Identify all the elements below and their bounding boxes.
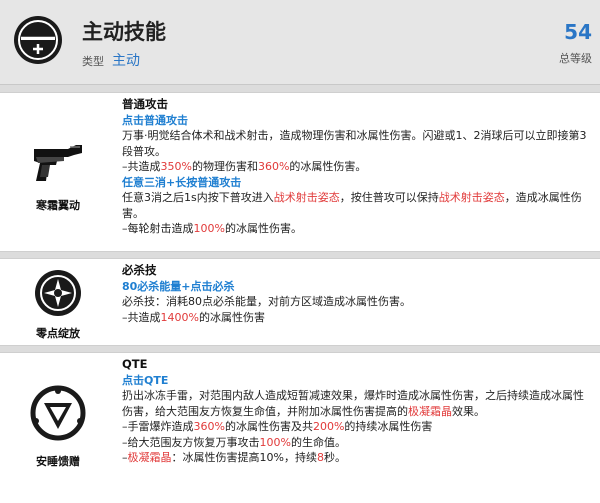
skill-buff-line: –极凝霜晶：冰属性伤害提高10%，持续8秒。 — [122, 451, 346, 464]
total-level-label: 总等级 — [559, 52, 592, 65]
skill-category: 必杀技 — [122, 263, 157, 277]
skill-section-ultimate: 零点绽放 必杀技 80必杀能量+点击必杀 必杀技：消耗80点必杀能量，对前方区域… — [0, 258, 600, 346]
skill-damage-line: –共造成1400%的冰属性伤害 — [122, 310, 265, 324]
skill-trigger: 80必杀能量+点击必杀 — [122, 279, 235, 293]
skill-name: 安睡馈赠 — [36, 455, 80, 468]
skill-type-label: 类型 — [82, 55, 104, 68]
skill-type: 类型 主动 — [82, 50, 140, 70]
skill-damage-line: –每轮射击造成100%的冰属性伤害。 — [122, 222, 302, 235]
skill-trigger: 点击QTE — [122, 373, 169, 387]
skill-damage-line: –共造成350%的物理伤害和360%的冰属性伤害。 — [122, 160, 367, 173]
skill-name: 零点绽放 — [36, 327, 80, 340]
skill-text: 扔出冰冻手雷，对范围内敌人造成短暂减速效果，爆炸时造成冰属性伤害，之后持续造成冰… — [122, 389, 584, 418]
skill-section-basic-attack: 寒霜翼动 普通攻击 点击普通攻击 万事·明觉结合体术和战术射击，造成物理伤害和冰… — [0, 92, 600, 252]
gun-icon — [34, 145, 82, 181]
active-skill-icon — [14, 16, 62, 64]
skill-heal-line: –给大范围友方恢复万事攻击100%的生命值。 — [122, 435, 346, 449]
skill-trigger: 点击普通攻击 — [122, 113, 188, 127]
burst-icon — [35, 270, 81, 316]
skill-trigger: 任意三消+长按普通攻击 — [122, 175, 242, 189]
total-level-value: 54 — [564, 20, 592, 44]
shield-icon — [30, 385, 86, 441]
skill-text: 任意3消之后1s内按下普攻进入战术射击姿态，按住普攻可以保持战术射击姿态，造成冰… — [122, 191, 582, 220]
skill-type-value: 主动 — [112, 53, 140, 69]
skill-name: 寒霜翼动 — [36, 199, 80, 212]
skill-text: 必杀技：消耗80点必杀能量，对前方区域造成冰属性伤害。 — [122, 295, 411, 308]
skill-description: 必杀技 80必杀能量+点击必杀 必杀技：消耗80点必杀能量，对前方区域造成冰属性… — [122, 263, 592, 325]
skill-description: 普通攻击 点击普通攻击 万事·明觉结合体术和战术射击，造成物理伤害和冰属性伤害。… — [122, 97, 592, 237]
skill-category: QTE — [122, 357, 148, 371]
skill-header: 主动技能 类型 主动 54 总等级 — [0, 0, 600, 85]
skill-section-qte: 安睡馈赠 QTE 点击QTE 扔出冰冻手雷，对范围内敌人造成短暂减速效果，爆炸时… — [0, 352, 600, 503]
skill-damage-line: –手雷爆炸造成360%的冰属性伤害及共200%的持续冰属性伤害 — [122, 420, 433, 433]
skill-description: QTE 点击QTE 扔出冰冻手雷，对范围内敌人造成短暂减速效果，爆炸时造成冰属性… — [122, 357, 592, 466]
skill-category: 普通攻击 — [122, 97, 168, 111]
skill-text: 万事·明觉结合体术和战术射击，造成物理伤害和冰属性伤害。闪避或1、2消球后可以立… — [122, 129, 587, 158]
page-title: 主动技能 — [82, 20, 166, 44]
